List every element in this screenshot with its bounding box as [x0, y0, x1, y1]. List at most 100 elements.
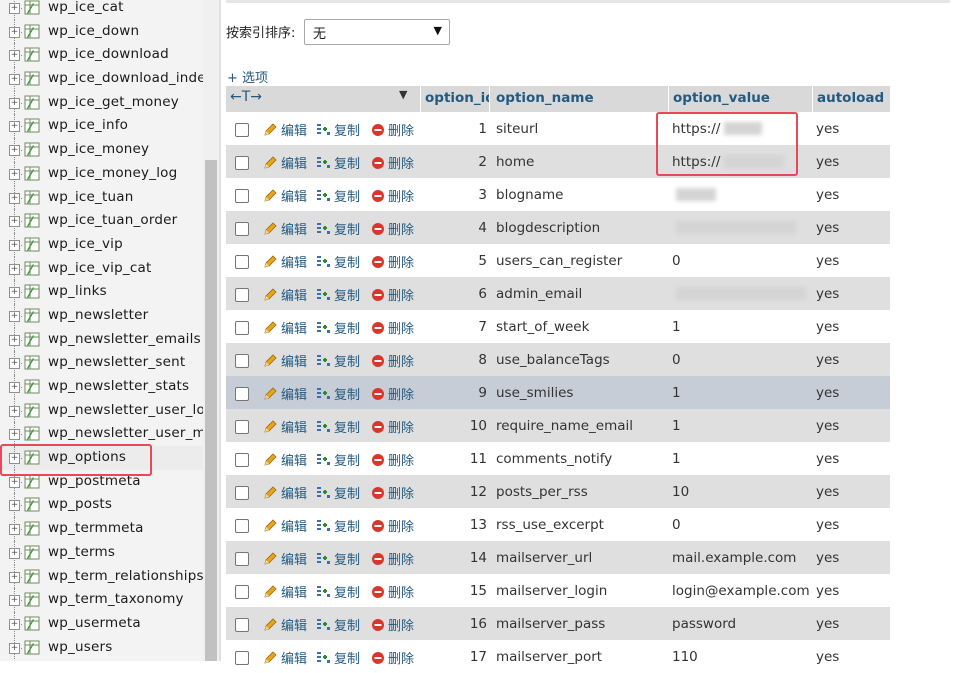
delete-button[interactable]: 删除 [371, 417, 414, 436]
column-header-label[interactable]: autoload [817, 90, 884, 106]
expand-plus-icon[interactable]: + [9, 121, 20, 133]
copy-button[interactable]: 复制 [316, 285, 360, 304]
expand-plus-icon[interactable]: + [9, 192, 20, 204]
sidebar-table-label[interactable]: wp_posts [48, 496, 112, 512]
sidebar-table-item[interactable]: + wp_newsletter_user_meta [0, 422, 203, 447]
expand-plus-icon[interactable]: + [9, 168, 20, 180]
table-row[interactable]: 编辑 复制 删除 10 require_name_email 1 yes [226, 409, 890, 442]
column-header-label[interactable]: option_name [496, 90, 594, 106]
table-row[interactable]: 编辑 复制 删除 3 blogname yes [226, 178, 890, 211]
row-checkbox[interactable] [235, 222, 249, 236]
sidebar-table-label[interactable]: wp_newsletter_sent [48, 354, 185, 370]
sidebar-table-item[interactable]: + wp_ice_vip [0, 232, 203, 257]
table-row[interactable]: 编辑 复制 删除 12 posts_per_rss 10 yes [226, 475, 890, 508]
edit-button[interactable]: 编辑 [263, 252, 307, 271]
expand-plus-icon[interactable]: + [9, 263, 20, 275]
sidebar-table-item[interactable]: + wp_options [0, 446, 203, 470]
copy-button[interactable]: 复制 [316, 219, 360, 238]
sidebar-table-label[interactable]: wp_term_relationships [48, 568, 203, 584]
delete-button[interactable]: 删除 [371, 120, 414, 139]
column-header-label[interactable]: option_value [673, 90, 770, 106]
expand-plus-icon[interactable]: + [9, 74, 20, 86]
sidebar-table-label[interactable]: wp_ice_vip [48, 236, 123, 252]
edit-button[interactable]: 编辑 [263, 450, 307, 469]
sidebar-table-item[interactable]: + wp_newsletter [0, 303, 203, 328]
row-checkbox[interactable] [235, 288, 249, 302]
table-row[interactable]: 编辑 复制 删除 7 start_of_week 1 yes [226, 310, 890, 343]
edit-button[interactable]: 编辑 [263, 516, 307, 535]
sidebar-table-item[interactable]: + wp_users [0, 635, 203, 660]
expand-plus-icon[interactable]: + [9, 216, 20, 228]
sidebar-table-label[interactable]: wp_newsletter_user_meta [48, 425, 203, 441]
row-checkbox[interactable] [235, 321, 249, 335]
sidebar-table-item[interactable]: + wp_ice_tuan_order [0, 209, 203, 233]
row-checkbox[interactable] [235, 453, 249, 467]
sidebar-table-label[interactable]: wp_links [48, 283, 107, 299]
sidebar-table-label[interactable]: wp_ice_money [48, 141, 149, 157]
copy-button[interactable]: 复制 [316, 516, 360, 535]
copy-button[interactable]: 复制 [316, 648, 360, 667]
row-checkbox[interactable] [235, 585, 249, 599]
sidebar-table-item[interactable]: + wp_ice_info [0, 114, 203, 139]
sidebar-table-item[interactable]: + wp_newsletter_stats [0, 375, 203, 399]
sidebar-table-label[interactable]: wp_usermeta [48, 615, 141, 631]
sidebar-table-label[interactable]: wp_ice_cat [48, 0, 124, 15]
sidebar-table-label[interactable]: wp_term_taxonomy [48, 591, 184, 607]
row-checkbox[interactable] [235, 519, 249, 533]
edit-button[interactable]: 编辑 [263, 351, 307, 370]
sidebar-table-label[interactable]: wp_ice_tuan [48, 189, 133, 205]
edit-button[interactable]: 编辑 [263, 120, 307, 139]
delete-button[interactable]: 删除 [371, 516, 414, 535]
table-row[interactable]: 编辑 复制 删除 6 admin_email yes [226, 277, 890, 310]
sidebar-table-item[interactable]: + wp_newsletter_sent [0, 351, 203, 375]
expand-plus-icon[interactable]: + [9, 500, 20, 512]
delete-button[interactable]: 删除 [371, 252, 414, 271]
sidebar-table-item[interactable]: + wp_ice_tuan [0, 185, 203, 210]
row-checkbox[interactable] [235, 486, 249, 500]
sidebar-table-item[interactable]: + wp_ice_down [0, 19, 203, 44]
sidebar-table-item[interactable]: + wp_ice_cat [0, 0, 203, 20]
sidebar-table-item[interactable]: + wp_ice_vip_cat [0, 256, 203, 281]
delete-button[interactable]: 删除 [371, 648, 414, 667]
edit-button[interactable]: 编辑 [263, 186, 307, 205]
copy-button[interactable]: 复制 [316, 582, 360, 601]
expand-plus-icon[interactable]: + [9, 571, 20, 583]
row-checkbox[interactable] [235, 156, 249, 170]
edit-button[interactable]: 编辑 [263, 582, 307, 601]
row-checkbox[interactable] [235, 123, 249, 137]
edit-button[interactable]: 编辑 [263, 219, 307, 238]
edit-button[interactable]: 编辑 [263, 483, 307, 502]
row-checkbox[interactable] [235, 189, 249, 203]
table-row[interactable]: 编辑 复制 删除 8 use_balanceTags 0 yes [226, 343, 890, 376]
edit-button[interactable]: 编辑 [263, 417, 307, 436]
delete-button[interactable]: 删除 [371, 384, 414, 403]
copy-button[interactable]: 复制 [316, 351, 360, 370]
edit-button[interactable]: 编辑 [263, 153, 307, 172]
row-checkbox[interactable] [235, 420, 249, 434]
expand-plus-icon[interactable]: + [9, 453, 20, 465]
delete-button[interactable]: 删除 [371, 351, 414, 370]
sidebar-table-label[interactable]: wp_newsletter_user_logs [48, 402, 203, 418]
table-row[interactable]: 编辑 复制 删除 16 mailserver_pass password yes [226, 607, 890, 640]
expand-plus-icon[interactable]: + [9, 595, 20, 607]
table-row[interactable]: 编辑 复制 删除 4 blogdescription yes [226, 211, 890, 244]
delete-button[interactable]: 删除 [371, 285, 414, 304]
sort-by-index-select[interactable]: 无 ▼ [304, 19, 450, 45]
expand-plus-icon[interactable]: + [9, 405, 20, 417]
edit-button[interactable]: 编辑 [263, 615, 307, 634]
sidebar-table-item[interactable]: + wp_ice_money_log [0, 161, 203, 186]
expand-plus-icon[interactable]: + [9, 642, 20, 654]
table-row[interactable]: 编辑 复制 删除 14 mailserver_url mail.example.com ye… [226, 541, 890, 574]
sidebar-table-label[interactable]: wp_newsletter [48, 307, 148, 323]
row-checkbox[interactable] [235, 552, 249, 566]
column-header-option-id[interactable]: option_id [421, 86, 495, 112]
edit-button[interactable]: 编辑 [263, 384, 307, 403]
expand-plus-icon[interactable]: + [9, 145, 20, 157]
table-row[interactable]: 编辑 复制 删除 11 comments_notify 1 yes [226, 442, 890, 475]
copy-button[interactable]: 复制 [316, 450, 360, 469]
sidebar-table-item[interactable]: + wp_ice_money [0, 138, 203, 162]
row-checkbox[interactable] [235, 618, 249, 632]
sidebar-table-item[interactable]: + wp_term_relationships [0, 564, 203, 589]
edit-button[interactable]: 编辑 [263, 285, 307, 304]
edit-button[interactable]: 编辑 [263, 648, 307, 667]
